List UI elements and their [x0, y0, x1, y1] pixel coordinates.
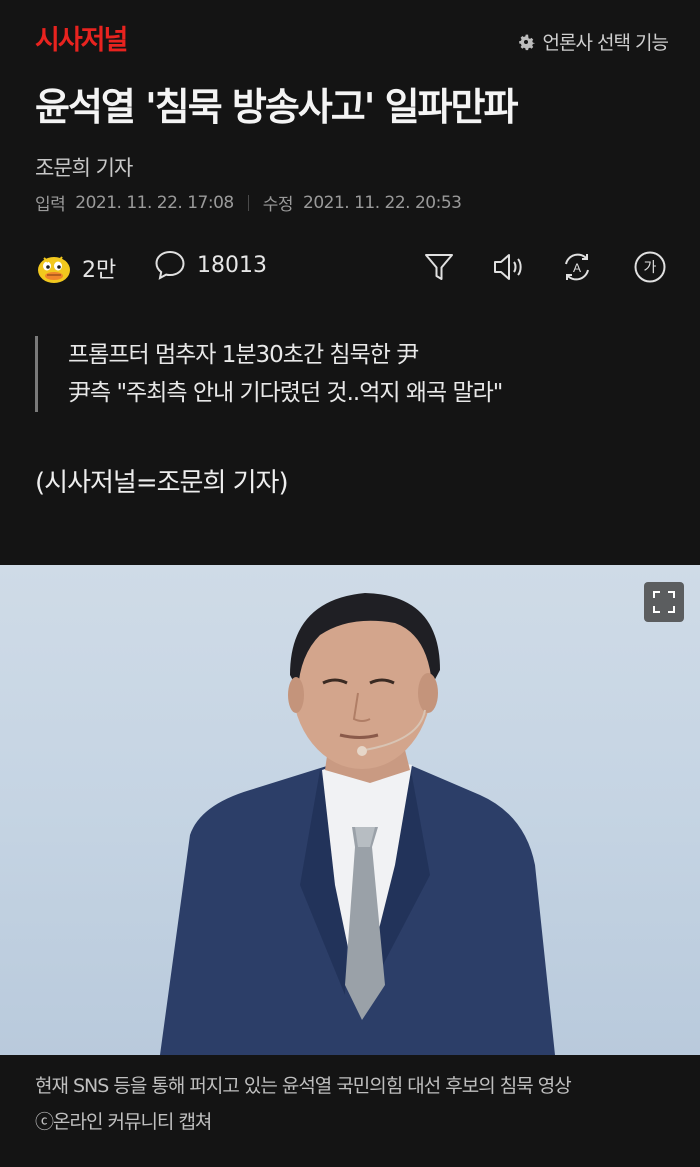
- modified-label: 수정: [262, 195, 294, 215]
- font-size-glyph: 가: [644, 260, 657, 276]
- reaction-button[interactable]: 2만: [34, 248, 116, 288]
- caption-text: 현재 SNS 등을 통해 퍼지고 있는 윤석열 국민의힘 대선 후보의 침묵 영…: [35, 1075, 572, 1097]
- brand-logo[interactable]: 시사저널: [35, 24, 128, 58]
- person-photo-illustration: [160, 593, 555, 1055]
- translate-button[interactable]: A: [558, 248, 596, 286]
- summary-line: 尹측 "주최측 안내 기다렸던 것..억지 왜곡 말라": [68, 380, 503, 406]
- translate-glyph: A: [573, 261, 581, 275]
- translate-icon: A: [565, 253, 589, 281]
- modified-date: 2021. 11. 22. 20:53: [303, 192, 462, 213]
- article-photo: [0, 565, 700, 1055]
- action-row: 2만 18013 A 가: [0, 242, 700, 292]
- input-label: 입력: [35, 195, 66, 215]
- comment-icon: [155, 250, 185, 280]
- font-size-icon: 가: [634, 251, 666, 283]
- summary-line: 프롬프터 멈추자 1분30초간 침묵한 尹: [68, 342, 419, 368]
- article-title: 윤석열 '침묵 방송사고' 일파만파: [35, 85, 518, 129]
- fullscreen-icon: [653, 591, 675, 613]
- press-select-button[interactable]: 언론사 선택 기능: [515, 28, 669, 55]
- filter-button[interactable]: [420, 248, 458, 286]
- article-dates: 입력 2021. 11. 22. 17:08 수정 2021. 11. 22. …: [35, 190, 462, 216]
- gear-icon: [518, 34, 535, 50]
- top-bar: 시사저널 언론사 선택 기능: [0, 0, 700, 86]
- speaker-icon: [494, 254, 522, 280]
- press-select-label: 언론사 선택 기능: [542, 32, 669, 54]
- expand-image-button[interactable]: [644, 582, 684, 622]
- font-size-button[interactable]: 가: [631, 248, 669, 286]
- input-date: 2021. 11. 22. 17:08: [75, 192, 234, 213]
- comment-count: 18013: [197, 252, 267, 278]
- reaction-duck-icon: [38, 256, 70, 283]
- photo-caption: 현재 SNS 등을 통해 퍼지고 있는 윤석열 국민의힘 대선 후보의 침묵 영…: [35, 1068, 675, 1140]
- filter-icon: [425, 254, 453, 280]
- caption-source: ⓒ온라인 커뮤니티 캡쳐: [35, 1111, 212, 1133]
- byline[interactable]: 조문희 기자: [35, 152, 133, 182]
- date-divider: [247, 194, 249, 211]
- listen-button[interactable]: [489, 248, 527, 286]
- article-credit: (시사저널=조문희 기자): [35, 468, 289, 498]
- comment-button[interactable]: 18013: [153, 248, 267, 282]
- reaction-count: 2만: [82, 258, 117, 283]
- article-summary: 프롬프터 멈추자 1분30초간 침묵한 尹 尹측 "주최측 안내 기다렸던 것.…: [35, 336, 503, 412]
